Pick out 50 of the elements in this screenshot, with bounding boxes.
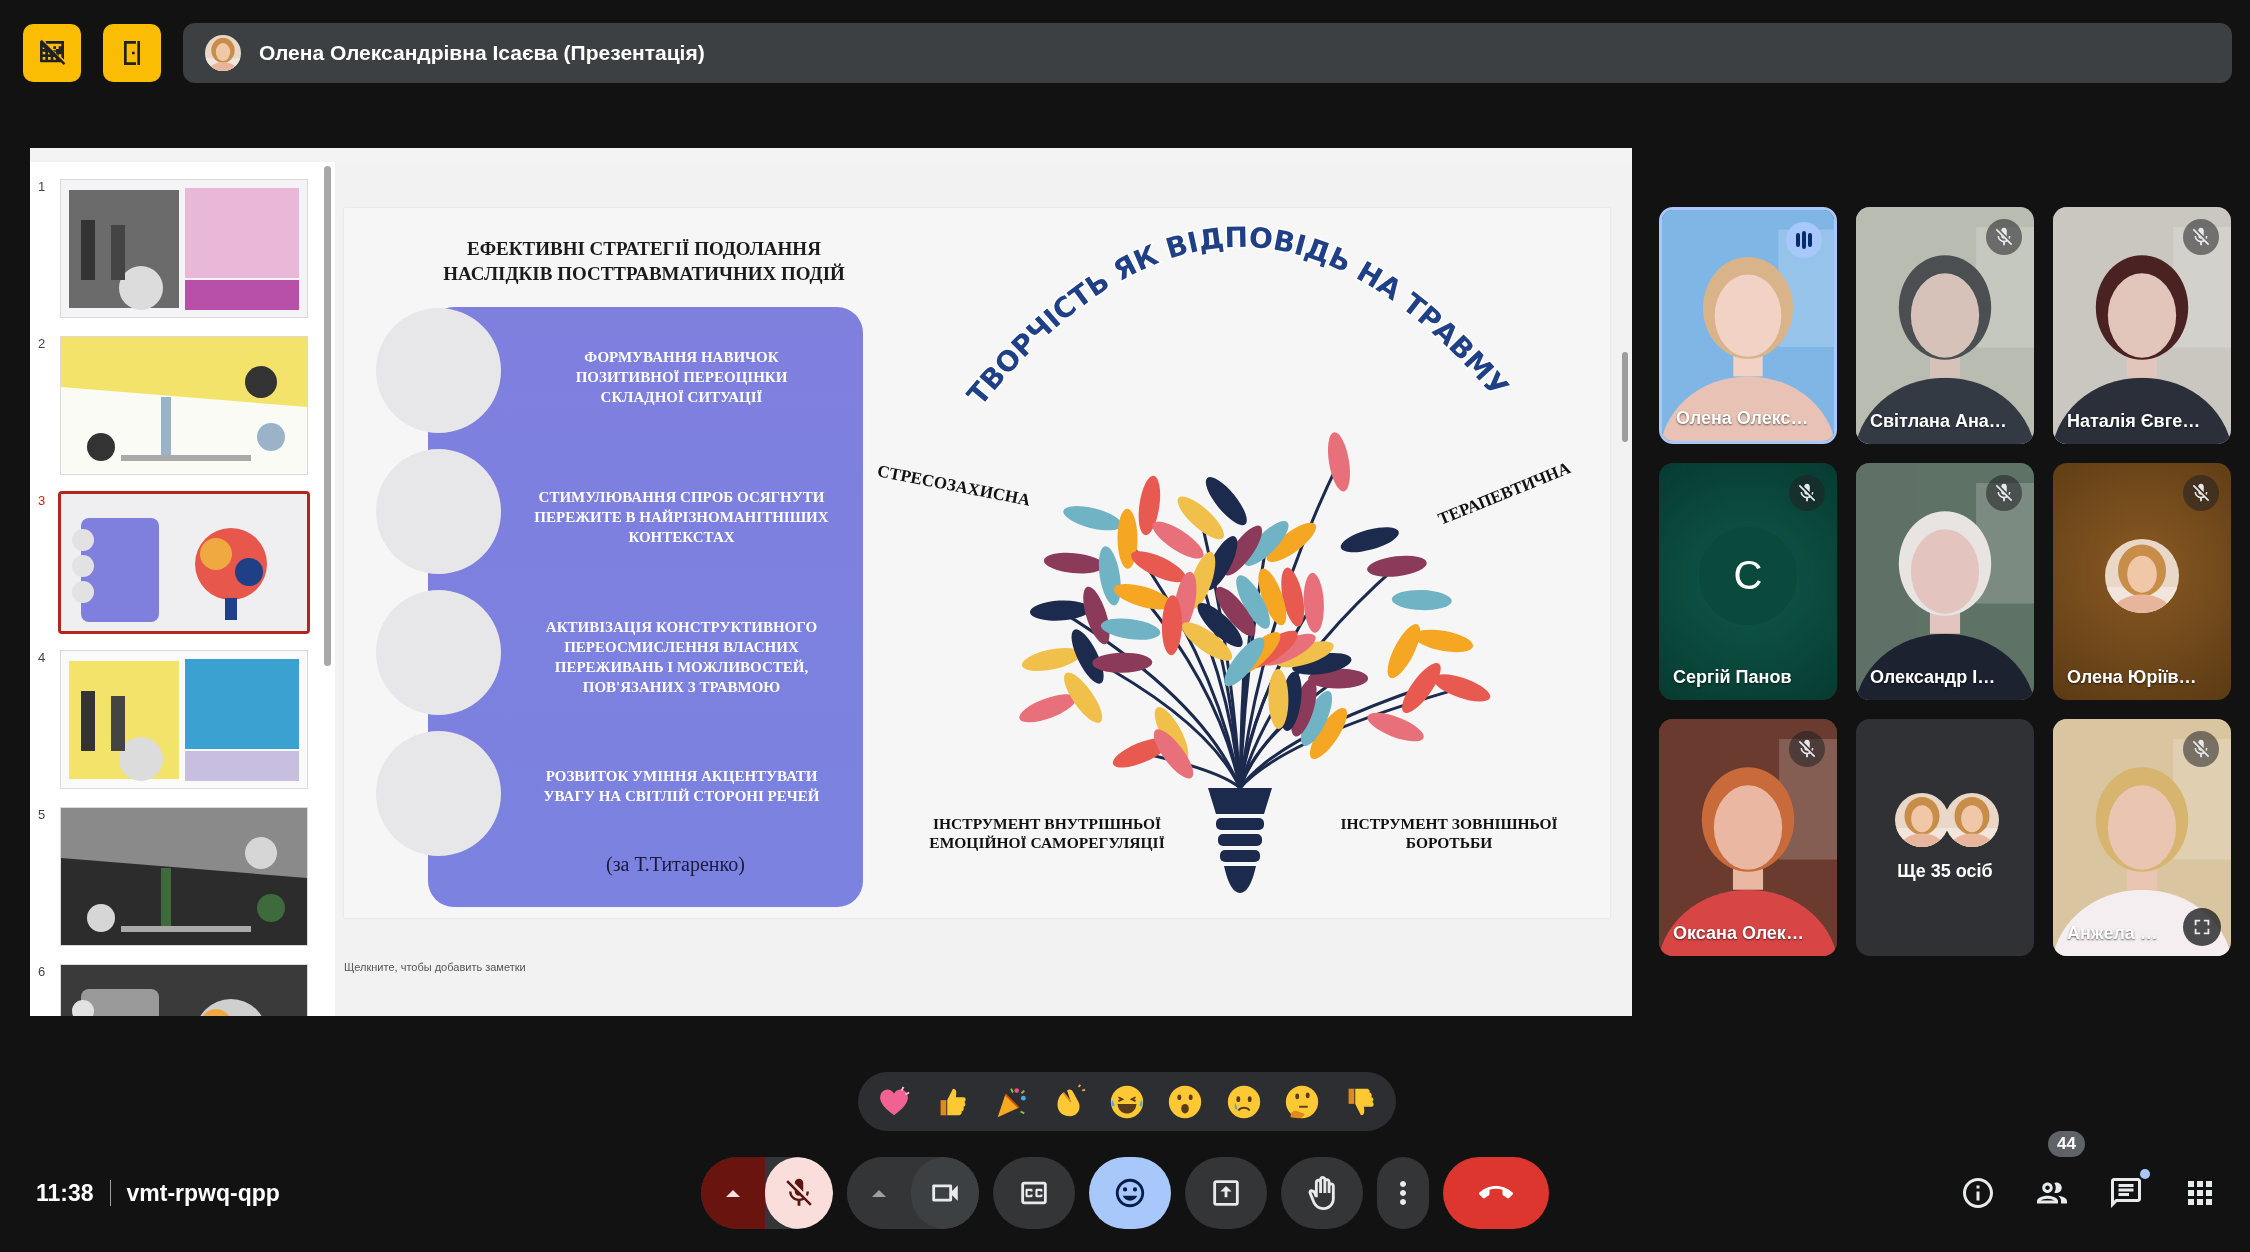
participant-count: 44: [2048, 1131, 2085, 1157]
grid-off-button[interactable]: [23, 24, 81, 82]
participant-tile[interactable]: Наталія Євге…: [2053, 207, 2231, 444]
tool-label: ІНСТРУМЕНТ ВНУТРІШНЬОЇ ЕМОЦІЙНОЇ САМОРЕГУЛЯЦІЇ: [928, 814, 1166, 852]
more-people-label: Ще 35 осіб: [1897, 861, 1993, 882]
strategy-text: АКТИВІЗАЦІЯ КОНСТРУКТИВНОГО ПЕРЕОСМИСЛЕННЯ ВЛАСНИХ ПЕРЕЖИВАНЬ І МОЖЛИВОСТЕЙ, ПОВ'ЯЗАНИХ З ТРАВМОЮ: [545, 618, 818, 697]
participant-tile[interactable]: С Сергій Панов: [1659, 463, 1837, 700]
participant-name: Олена Олекс…: [1676, 408, 1809, 429]
participant-tile[interactable]: Оксана Олек…: [1659, 719, 1837, 956]
slide-number: 6: [38, 964, 47, 979]
slide-number: 3: [38, 493, 47, 508]
scrollbar[interactable]: [324, 166, 331, 666]
tool-label: ІНСТРУМЕНТ ЗОВНІШНЬОЇ БОРОТЬБИ: [1339, 814, 1559, 852]
participant-tile[interactable]: Ще 35 осіб: [1856, 719, 2034, 956]
participant-name: Олександр І…: [1870, 667, 1996, 688]
participant-tile[interactable]: Світлана Ана…: [1856, 207, 2034, 444]
participant-tile[interactable]: Олександр І…: [1856, 463, 2034, 700]
slide-thumbnail[interactable]: [58, 491, 310, 634]
caret-icon: [872, 1189, 886, 1197]
caret-icon: [726, 1189, 740, 1197]
participant-tile[interactable]: Олена Юріїв…: [2053, 463, 2231, 700]
participant-name: Олена Юріїв…: [2067, 667, 2197, 688]
slide-number: 1: [38, 179, 47, 194]
participant-name: Анжела …: [2067, 923, 2158, 944]
avatar-initial: С: [1699, 526, 1797, 625]
strategy-text: РОЗВИТОК УМІННЯ АКЦЕНТУВАТИ УВАГУ НА СВІТЛІЙ СТОРОНІ РЕЧЕЙ: [543, 767, 820, 806]
smile-icon: [1113, 1176, 1147, 1210]
meeting-code: vmt-rpwq-qpp: [126, 1179, 280, 1207]
participant-name: Сергій Панов: [1673, 667, 1792, 688]
slide-title: ЕФЕКТИВНІ СТРАТЕГІЇ ПОДОЛАННЯ НАСЛІДКІВ ПОСТТРАВМАТИЧНИХ ПОДІЙ: [442, 237, 846, 286]
notes-field[interactable]: Щелкните, чтобы добавить заметки: [344, 961, 526, 973]
strategy-text: ФОРМУВАННЯ НАВИЧОК ПОЗИТИВНОЇ ПЕРЕОЦІНКИ СКЛАДНОЇ СИТУАЦІЇ: [575, 348, 788, 407]
chat-icon: [2108, 1175, 2144, 1211]
presenter-title: Олена Олександрівна Ісаєва (Презентація): [259, 41, 705, 65]
participant-name: Наталія Євге…: [2067, 411, 2201, 432]
clock-time: 11:38: [36, 1179, 94, 1207]
slide-number: 4: [38, 650, 47, 665]
strategy-text: СТИМУЛЮВАННЯ СПРОБ ОСЯГНУТИ ПЕРЕЖИТЕ В НАЙРІЗНОМАНІТНІШИХ КОНТЕКСТАХ: [534, 488, 829, 547]
citation: (за Т.Титаренко): [606, 853, 745, 876]
scrollbar[interactable]: [1622, 352, 1628, 442]
slide-number: 5: [38, 807, 47, 822]
slide-number: 2: [38, 336, 47, 351]
door-button[interactable]: [103, 24, 161, 82]
more-icon: [1400, 1181, 1406, 1205]
participant-tile[interactable]: Анжела …: [2053, 719, 2231, 956]
participant-name: Оксана Олек…: [1673, 923, 1804, 944]
info-icon: [1960, 1175, 1996, 1211]
more-options-button[interactable]: [1377, 1157, 1429, 1229]
participant-name: Світлана Ана…: [1870, 411, 2007, 432]
microphone-button[interactable]: [765, 1157, 833, 1229]
